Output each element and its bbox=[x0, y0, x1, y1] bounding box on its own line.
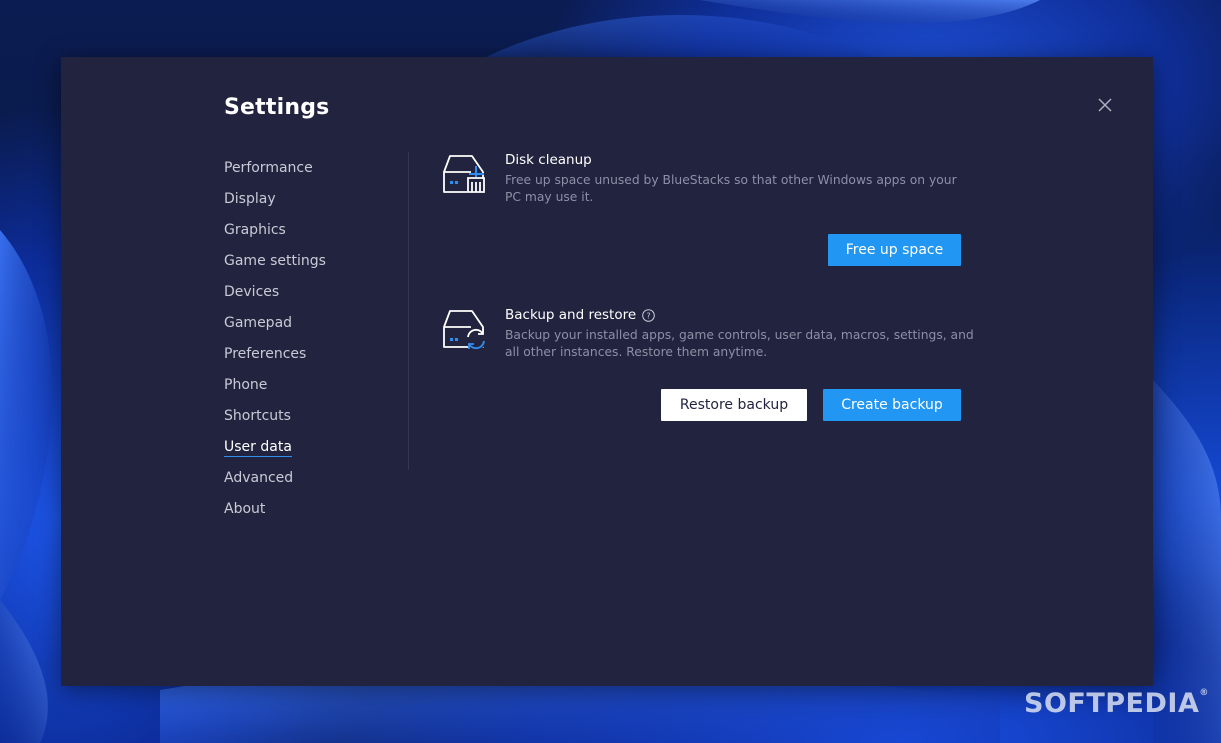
disk-cleanup-icon bbox=[443, 155, 485, 193]
settings-nav: Performance Display Graphics Game settin… bbox=[224, 153, 394, 525]
disk-cleanup-title-text: Disk cleanup bbox=[505, 152, 592, 168]
help-button[interactable]: ? bbox=[642, 308, 655, 322]
nav-item-display[interactable]: Display bbox=[224, 184, 394, 215]
nav-item-user-data[interactable]: User data bbox=[224, 432, 394, 463]
nav-item-label: Preferences bbox=[224, 346, 307, 362]
nav-item-advanced[interactable]: Advanced bbox=[224, 463, 394, 494]
nav-item-game-settings[interactable]: Game settings bbox=[224, 246, 394, 277]
disk-cleanup-title: Disk cleanup bbox=[505, 152, 592, 168]
nav-item-label: User data bbox=[224, 439, 292, 457]
softpedia-watermark: SOFTPEDIA® bbox=[1024, 688, 1209, 719]
nav-item-about[interactable]: About bbox=[224, 494, 394, 525]
nav-item-phone[interactable]: Phone bbox=[224, 370, 394, 401]
nav-item-label: Advanced bbox=[224, 470, 294, 486]
nav-divider bbox=[408, 152, 409, 470]
nav-item-gamepad[interactable]: Gamepad bbox=[224, 308, 394, 339]
watermark-text: SOFTPEDIA bbox=[1024, 688, 1200, 719]
nav-item-shortcuts[interactable]: Shortcuts bbox=[224, 401, 394, 432]
nav-item-label: About bbox=[224, 501, 266, 517]
backup-restore-title: Backup and restore ? bbox=[505, 307, 655, 323]
nav-item-graphics[interactable]: Graphics bbox=[224, 215, 394, 246]
create-backup-button[interactable]: Create backup bbox=[823, 389, 961, 421]
backup-restore-section: Backup and restore ? Backup your install… bbox=[441, 307, 1001, 427]
watermark-mark: ® bbox=[1199, 688, 1209, 698]
svg-text:?: ? bbox=[647, 311, 651, 320]
question-circle-icon: ? bbox=[642, 308, 655, 322]
close-button[interactable] bbox=[1091, 93, 1119, 117]
nav-item-label: Gamepad bbox=[224, 315, 293, 331]
settings-dialog: Settings Performance Display Graphics Ga… bbox=[61, 57, 1153, 686]
nav-item-label: Phone bbox=[224, 377, 268, 393]
close-icon bbox=[1098, 98, 1112, 112]
disk-cleanup-description: Free up space unused by BlueStacks so th… bbox=[505, 173, 957, 204]
nav-item-label: Performance bbox=[224, 160, 313, 176]
nav-item-performance[interactable]: Performance bbox=[224, 153, 394, 184]
backup-restore-description: Backup your installed apps, game control… bbox=[505, 328, 974, 359]
nav-item-devices[interactable]: Devices bbox=[224, 277, 394, 308]
restore-backup-button[interactable]: Restore backup bbox=[661, 389, 807, 421]
nav-item-label: Devices bbox=[224, 284, 280, 300]
nav-item-label: Game settings bbox=[224, 253, 326, 269]
free-up-space-button[interactable]: Free up space bbox=[828, 234, 961, 266]
nav-item-label: Graphics bbox=[224, 222, 286, 238]
backup-restore-icon bbox=[443, 310, 487, 350]
nav-item-label: Shortcuts bbox=[224, 408, 291, 424]
page-title: Settings bbox=[224, 95, 330, 120]
nav-item-label: Display bbox=[224, 191, 276, 207]
disk-cleanup-section: Disk cleanup Free up space unused by Blu… bbox=[441, 152, 1001, 272]
backup-restore-title-text: Backup and restore bbox=[505, 307, 637, 323]
nav-item-preferences[interactable]: Preferences bbox=[224, 339, 394, 370]
